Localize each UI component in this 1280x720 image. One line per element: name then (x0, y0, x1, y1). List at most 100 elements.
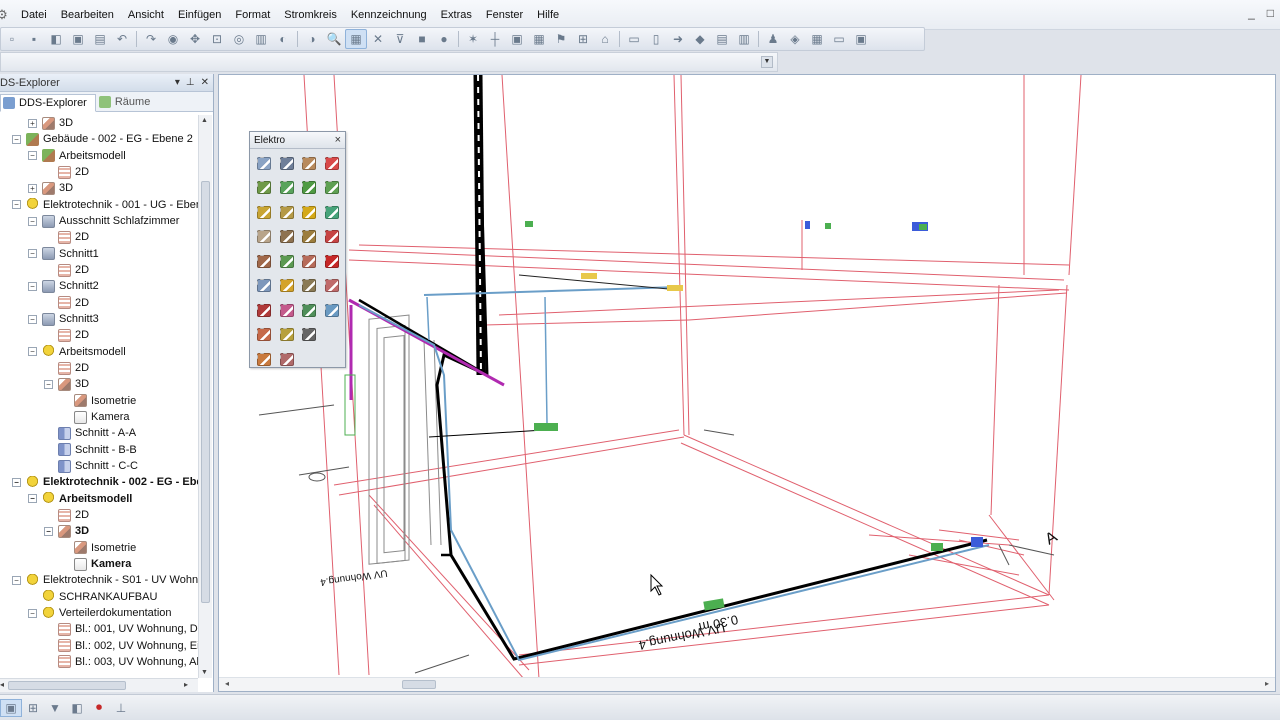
menu-stromkreis[interactable]: Stromkreis (277, 0, 344, 30)
palette-title-bar[interactable]: Elektro × (250, 132, 345, 149)
sensor-icon[interactable] (278, 301, 296, 319)
print-preview-icon[interactable]: ▤ (89, 29, 111, 49)
hanger-icon[interactable] (323, 154, 341, 172)
collapse-icon[interactable]: − (28, 281, 37, 291)
tree-item[interactable]: Kamera (0, 556, 198, 572)
minimize-button[interactable]: _ (1248, 6, 1255, 20)
junction-icon[interactable] (323, 179, 341, 197)
viewport-horizontal-scrollbar[interactable]: ◂ ▸ (219, 677, 1275, 691)
scroll-left-icon[interactable]: ◂ (225, 679, 229, 688)
new-icon[interactable]: ▫ (1, 29, 23, 49)
tree-item[interactable]: − Schnitt3 (0, 311, 198, 327)
heart-icon[interactable] (323, 203, 341, 221)
cable-route-icon[interactable] (278, 179, 296, 197)
menu-hilfe[interactable]: Hilfe (530, 0, 566, 30)
collapse-icon[interactable]: − (28, 151, 37, 161)
menu-bearbeiten[interactable]: Bearbeiten (54, 0, 121, 30)
scroll-right-icon[interactable]: ▸ (1265, 679, 1269, 688)
socket-icon[interactable] (300, 228, 318, 246)
tree-item[interactable]: +3D (0, 115, 198, 131)
scroll-left-icon[interactable]: ◂ (0, 680, 4, 689)
print-icon[interactable]: ▣ (67, 29, 89, 49)
snap-icon[interactable]: ⚑ (550, 29, 572, 49)
tree-item[interactable]: − Ausschnitt Schlafzimmer (0, 213, 198, 229)
collapse-icon[interactable]: − (44, 379, 53, 389)
floor-icon[interactable]: ▭ (623, 29, 645, 49)
tree-item[interactable]: Bl.: 003, UV Wohnung, Allp (0, 654, 198, 670)
menu-extras[interactable]: Extras (434, 0, 479, 30)
roof2-icon[interactable] (278, 350, 296, 368)
collapse-icon[interactable]: − (28, 608, 37, 618)
clock-icon[interactable] (323, 228, 341, 246)
lamp-icon[interactable] (300, 203, 318, 221)
tree-horizontal-scrollbar[interactable]: ◂ ▸ (0, 678, 198, 692)
tree-item[interactable]: − 3D (0, 376, 198, 392)
tab-dds-explorer[interactable]: DDS-Explorer (0, 94, 96, 112)
box-cross-icon[interactable] (278, 154, 296, 172)
sphere-icon[interactable]: ● (433, 29, 455, 49)
board-icon[interactable] (300, 252, 318, 270)
pan-icon[interactable]: ✥ (184, 29, 206, 49)
box-icon[interactable]: ■ (411, 29, 433, 49)
tree-item[interactable]: 2D (0, 229, 198, 245)
scrollbar-thumb[interactable] (201, 181, 210, 603)
menu-fenster[interactable]: Fenster (479, 0, 530, 30)
cad-viewport[interactable]: UV Wohnung.4 0.30 m UV Wohnung.4 A ◂ ▸ (218, 74, 1276, 692)
branch-icon[interactable] (300, 179, 318, 197)
wall-icon[interactable]: ▯ (645, 29, 667, 49)
tree-vertical-scrollbar[interactable]: ▲ ▼ (198, 115, 212, 678)
tree-item[interactable]: − Gebäude - 002 - EG - Ebene 2 (0, 131, 198, 147)
tree-item[interactable]: Isometrie (0, 540, 198, 556)
collapse-icon[interactable]: − (12, 200, 21, 210)
undo-icon[interactable]: ↶ (111, 29, 133, 49)
expand-icon[interactable]: + (28, 118, 37, 128)
snap-icon[interactable]: ▣ (0, 698, 22, 717)
cabinet-icon[interactable] (300, 154, 318, 172)
speaker-icon[interactable] (300, 277, 318, 295)
collapse-icon[interactable]: − (28, 249, 37, 259)
tree-item[interactable]: Kamera (0, 409, 198, 425)
explode-icon[interactable]: ✶ (462, 29, 484, 49)
rail-icon[interactable] (255, 203, 273, 221)
save-icon[interactable]: ▪ (23, 29, 45, 49)
legend-icon[interactable]: ▦ (806, 29, 828, 49)
line-plan-icon[interactable] (255, 326, 273, 344)
orbit-icon[interactable]: ◎ (228, 29, 250, 49)
open-icon[interactable]: ◧ (45, 29, 67, 49)
collapse-icon[interactable]: − (28, 314, 37, 324)
cross-icon[interactable]: ✕ (367, 29, 389, 49)
tree-item[interactable]: 2D (0, 507, 198, 523)
select-icon[interactable]: ▦ (345, 29, 367, 49)
tab-raeume[interactable]: Räume (96, 93, 159, 111)
roof-icon[interactable] (255, 350, 273, 368)
tree-item[interactable]: Bl.: 002, UV Wohnung, Einp (0, 638, 198, 654)
tree-item[interactable]: − Arbeitsmodell (0, 344, 198, 360)
wave-icon[interactable] (278, 252, 296, 270)
viewport-drawing[interactable]: UV Wohnung.4 0.30 m UV Wohnung.4 A (219, 75, 1276, 679)
tree-item[interactable]: Isometrie (0, 393, 198, 409)
grid-icon[interactable]: ⊞ (22, 699, 44, 717)
tree-item[interactable]: − 3D (0, 523, 198, 539)
pin-icon[interactable]: ⊥ (186, 77, 195, 88)
network-icon[interactable] (323, 277, 341, 295)
tree-item[interactable]: − Elektrotechnik - 002 - EG - Ebene (0, 474, 198, 490)
menu-datei[interactable]: Datei (14, 0, 54, 30)
switchboard-icon[interactable] (255, 154, 273, 172)
collapse-icon[interactable]: − (28, 347, 37, 357)
menu-format[interactable]: Format (228, 0, 277, 30)
export-icon[interactable]: ▭ (828, 29, 850, 49)
layers-icon[interactable]: ▥ (250, 29, 272, 49)
person-icon[interactable]: ♟ (762, 29, 784, 49)
stamp-icon[interactable]: ◆ (689, 29, 711, 49)
terminal-icon[interactable] (255, 179, 273, 197)
maximize-button[interactable]: □ (1267, 6, 1274, 20)
scrollbar-thumb[interactable] (402, 680, 436, 689)
grid-icon[interactable]: ▦ (528, 29, 550, 49)
tree-item[interactable]: − Schnitt1 (0, 246, 198, 262)
bell-icon[interactable] (278, 277, 296, 295)
tree-item[interactable]: 2D (0, 164, 198, 180)
detector-icon[interactable] (255, 277, 273, 295)
antenna-icon[interactable] (255, 301, 273, 319)
tree-item[interactable]: 2D (0, 295, 198, 311)
tree-item[interactable]: Bl.: 001, UV Wohnung, Decl (0, 621, 198, 637)
